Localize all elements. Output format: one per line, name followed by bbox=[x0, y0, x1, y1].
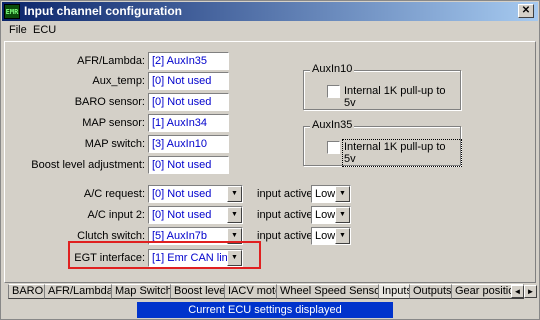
auxin35-groupbox: AuxIn35 Internal 1K pull-up to 5v bbox=[303, 119, 462, 167]
auxin10-group-title: AuxIn10 bbox=[310, 63, 355, 75]
auxin10-groupbox: AuxIn10 Internal 1K pull-up to 5v bbox=[303, 63, 461, 110]
clutch-input-active-label: input active: bbox=[257, 230, 316, 242]
ac-request-dropdown[interactable]: [0] Not used ▼ bbox=[148, 185, 243, 203]
dropdown-arrow-icon[interactable]: ▼ bbox=[227, 250, 242, 266]
input-channel-window: EMR Input channel configuration ✕ File E… bbox=[0, 0, 540, 320]
tab-scroll-right-icon[interactable]: ► bbox=[524, 285, 537, 298]
window-title: Input channel configuration bbox=[24, 4, 182, 18]
ac-request-value: [0] Not used bbox=[152, 188, 212, 200]
baro-sensor-field[interactable]: [0] Not used bbox=[148, 93, 229, 111]
tab-boost-level[interactable]: Boost level bbox=[170, 284, 232, 299]
aux-temp-field[interactable]: [0] Not used bbox=[148, 72, 229, 90]
menu-ecu[interactable]: ECU bbox=[33, 24, 56, 36]
egt-interface-dropdown[interactable]: [1] Emr CAN link ▼ bbox=[148, 249, 243, 267]
auxin10-pullup-checkbox[interactable] bbox=[327, 85, 340, 98]
dropdown-arrow-icon[interactable]: ▼ bbox=[335, 186, 350, 202]
ac-input2-active-dropdown[interactable]: Low ▼ bbox=[311, 206, 351, 224]
egt-interface-value: [1] Emr CAN link bbox=[152, 252, 234, 264]
auxin35-group-title: AuxIn35 bbox=[310, 119, 355, 131]
dropdown-arrow-icon[interactable]: ▼ bbox=[227, 207, 242, 223]
dropdown-arrow-icon[interactable]: ▼ bbox=[335, 207, 350, 223]
app-logo-icon: EMR bbox=[4, 4, 20, 19]
clutch-active-value: Low bbox=[315, 230, 336, 242]
tab-afr-lambda[interactable]: AFR/Lambda bbox=[44, 284, 117, 299]
dropdown-arrow-icon[interactable]: ▼ bbox=[227, 186, 242, 202]
status-bar: Current ECU settings displayed bbox=[137, 302, 393, 318]
ac-input2-label: A/C input 2: bbox=[87, 209, 145, 221]
inputs-panel: AFR/Lambda: [2] AuxIn35 Aux_temp: [0] No… bbox=[4, 41, 536, 283]
ac-request-input-active-label: input active: bbox=[257, 188, 316, 200]
tab-scroll-left-icon[interactable]: ◄ bbox=[511, 285, 524, 298]
auxin35-pullup-label[interactable]: Internal 1K pull-up to 5v bbox=[342, 139, 462, 167]
map-switch-label: MAP switch: bbox=[84, 138, 145, 150]
auxin10-pullup-label[interactable]: Internal 1K pull-up to 5v bbox=[344, 85, 460, 109]
ac-input2-dropdown[interactable]: [0] Not used ▼ bbox=[148, 206, 243, 224]
map-sensor-label: MAP sensor: bbox=[82, 117, 145, 129]
title-bar[interactable]: EMR Input channel configuration ✕ bbox=[2, 2, 538, 21]
ac-request-active-dropdown[interactable]: Low ▼ bbox=[311, 185, 351, 203]
baro-sensor-label: BARO sensor: bbox=[74, 96, 145, 108]
menu-bar: File ECU bbox=[2, 21, 538, 39]
tab-strip: BARO AFR/Lambda Map Switch Boost level I… bbox=[4, 284, 537, 299]
ac-input2-input-active-label: input active: bbox=[257, 209, 316, 221]
aux-temp-label: Aux_temp: bbox=[92, 75, 145, 87]
egt-interface-label: EGT interface: bbox=[74, 252, 145, 264]
ac-request-label: A/C request: bbox=[83, 188, 145, 200]
map-sensor-field[interactable]: [1] AuxIn34 bbox=[148, 114, 229, 132]
ac-input2-value: [0] Not used bbox=[152, 209, 212, 221]
tab-outputs[interactable]: Outputs bbox=[409, 284, 456, 299]
menu-file[interactable]: File bbox=[9, 24, 27, 36]
dropdown-arrow-icon[interactable]: ▼ bbox=[335, 228, 350, 244]
ac-input2-active-value: Low bbox=[315, 209, 336, 221]
boost-level-label: Boost level adjustment: bbox=[31, 159, 145, 171]
afr-lambda-field[interactable]: [2] AuxIn35 bbox=[148, 52, 229, 70]
close-button[interactable]: ✕ bbox=[518, 4, 534, 18]
afr-lambda-label: AFR/Lambda: bbox=[77, 55, 145, 67]
tab-baro[interactable]: BARO bbox=[8, 284, 48, 299]
map-switch-field[interactable]: [3] AuxIn10 bbox=[148, 135, 229, 153]
tab-wheel-speed-sensors[interactable]: Wheel Speed Sensors bbox=[276, 284, 394, 299]
tab-map-switch[interactable]: Map Switch bbox=[111, 284, 176, 299]
ac-request-active-value: Low bbox=[315, 188, 336, 200]
clutch-active-dropdown[interactable]: Low ▼ bbox=[311, 227, 351, 245]
boost-level-field[interactable]: [0] Not used bbox=[148, 156, 229, 174]
auxin35-pullup-checkbox[interactable] bbox=[327, 141, 340, 154]
